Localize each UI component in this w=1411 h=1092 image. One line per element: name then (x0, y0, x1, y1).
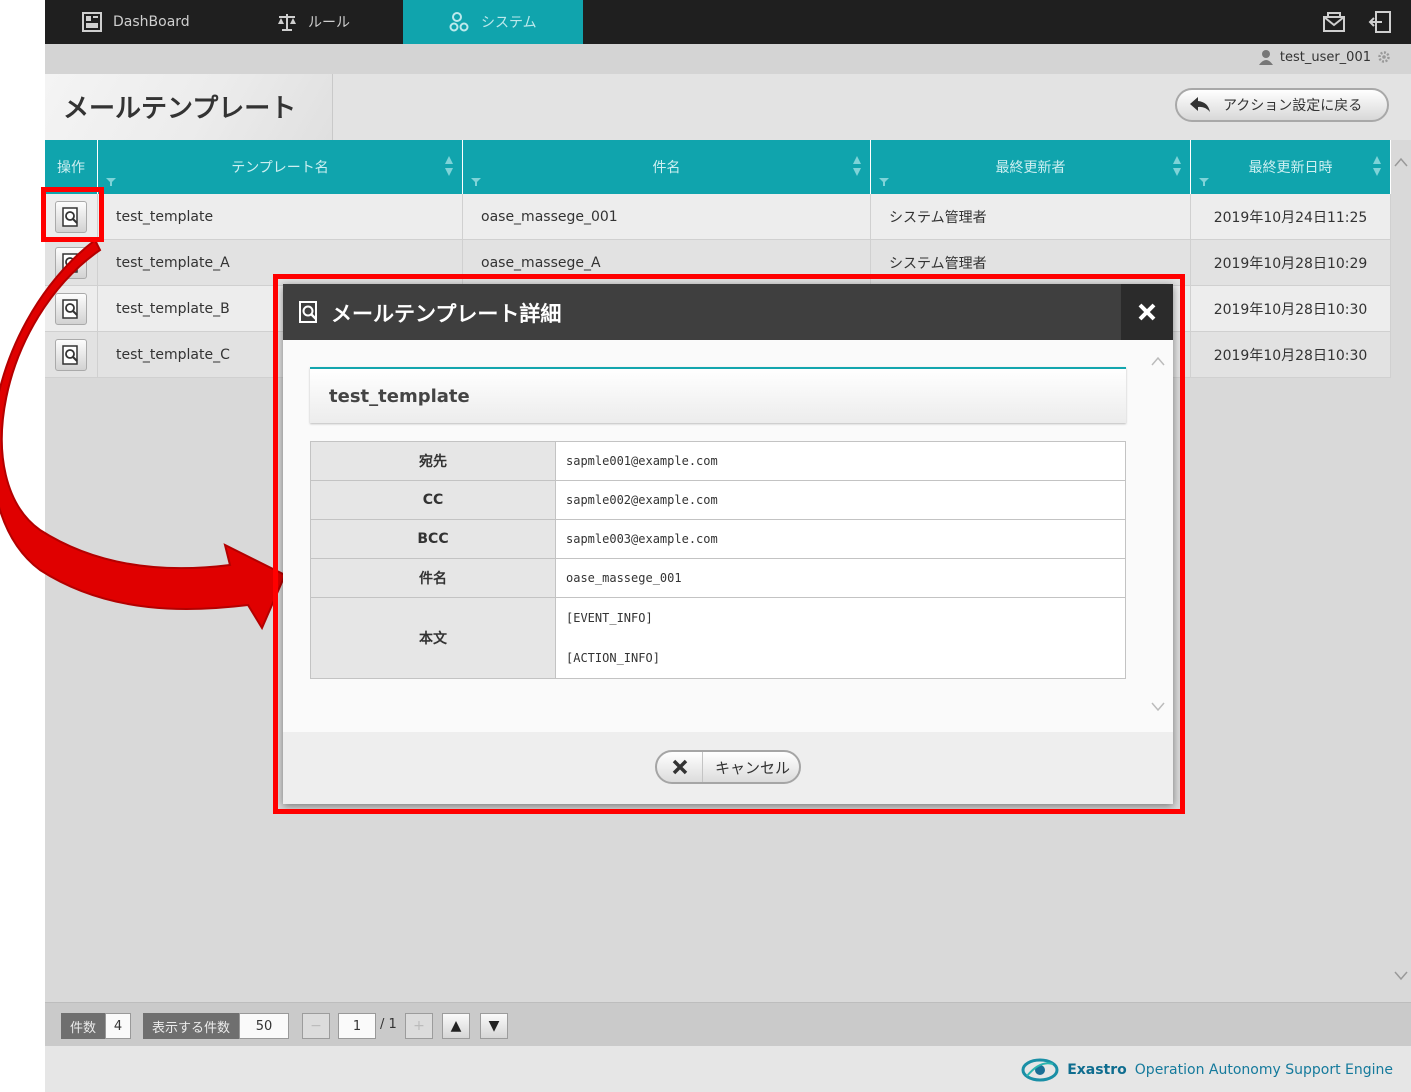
filter-icon[interactable] (1199, 178, 1209, 186)
scroll-bottom-button[interactable]: ▼ (480, 1013, 508, 1039)
column-last-updated[interactable]: 最終更新日時 (1191, 140, 1391, 194)
record-count-value: 4 (105, 1013, 132, 1039)
magnifier-document-icon (62, 252, 78, 273)
column-last-updated-label: 最終更新日時 (1248, 160, 1333, 176)
user-bar: test_user_001 (45, 44, 1411, 74)
magnifier-document-icon (62, 344, 78, 365)
highlight-box-detail-button (41, 187, 104, 242)
cell-updated: 2019年10月28日10:29 (1191, 240, 1391, 285)
per-page-label: 表示する件数 (143, 1013, 240, 1039)
exastro-logo-icon (1021, 1058, 1059, 1082)
nav-dashboard[interactable]: DashBoard (45, 0, 225, 44)
sort-icon[interactable] (852, 154, 862, 178)
record-count-label: 件数 (61, 1013, 106, 1039)
title-box: メールテンプレート (45, 74, 333, 140)
highlight-box-dialog (273, 274, 1185, 814)
table-row[interactable]: test_template oase_massege_001 システム管理者 2… (45, 194, 1391, 240)
view-detail-button[interactable] (55, 292, 87, 325)
column-operation: 操作 (45, 140, 98, 194)
title-bar: メールテンプレート アクション設定に戻る (45, 74, 1411, 140)
cell-subject: oase_massege_001 (463, 194, 871, 239)
footer-product: Operation Autonomy Support Engine (1134, 1062, 1393, 1078)
record-count: 件数 4 (61, 1013, 132, 1039)
back-button-label: アクション設定に戻る (1223, 98, 1363, 114)
reply-arrow-icon (1190, 97, 1210, 112)
column-subject-label: 件名 (652, 160, 681, 176)
pager-bar: 件数 4 表示する件数 50 − 1 / 1 + ▲ ▼ (45, 1002, 1411, 1046)
column-template-name[interactable]: テンプレート名 (98, 140, 463, 194)
back-to-action-settings-button[interactable]: アクション設定に戻る (1175, 88, 1389, 122)
column-operation-label: 操作 (57, 160, 85, 176)
column-last-updater[interactable]: 最終更新者 (871, 140, 1191, 194)
per-page[interactable]: 表示する件数 50 (143, 1013, 290, 1039)
view-detail-button[interactable] (55, 246, 87, 279)
cell-updated: 2019年10月24日11:25 (1191, 194, 1391, 239)
logout-icon[interactable] (1368, 10, 1392, 34)
footer-brand: Exastro (1067, 1062, 1127, 1078)
magnifier-document-icon (62, 298, 78, 319)
filter-icon[interactable] (471, 178, 481, 186)
cell-updater: システム管理者 (871, 194, 1191, 239)
nav-system[interactable]: システム (403, 0, 583, 44)
column-subject[interactable]: 件名 (463, 140, 871, 194)
settings-gear-icon[interactable] (1377, 50, 1391, 64)
column-last-updater-label: 最終更新者 (995, 160, 1066, 176)
column-template-name-label: テンプレート名 (231, 160, 329, 176)
nav-rule[interactable]: ルール (240, 0, 403, 44)
mail-icon[interactable] (1322, 10, 1346, 34)
page-number-input[interactable]: 1 (338, 1013, 376, 1039)
nav-dashboard-label: DashBoard (113, 14, 190, 30)
sort-icon[interactable] (444, 154, 454, 178)
filter-icon[interactable] (106, 178, 116, 186)
table-header: 操作 テンプレート名 件名 最終更新者 最終更新日時 (45, 140, 1391, 194)
sort-icon[interactable] (1172, 154, 1182, 178)
system-gears-icon (449, 12, 469, 32)
scroll-up-chevron-icon[interactable] (1393, 156, 1409, 168)
scale-icon (278, 14, 296, 31)
page-number[interactable]: 1 (338, 1013, 376, 1039)
scroll-down-chevron-icon[interactable] (1393, 970, 1409, 982)
footer-logo: Exastro Operation Autonomy Support Engin… (1021, 1058, 1393, 1082)
nav-system-label: システム (481, 15, 537, 31)
nav-rule-label: ルール (308, 15, 350, 31)
per-page-input[interactable]: 50 (239, 1013, 290, 1039)
sort-icon[interactable] (1372, 154, 1382, 178)
cell-updated: 2019年10月28日10:30 (1191, 332, 1391, 377)
cell-template-name: test_template (98, 194, 463, 239)
page-total: / 1 (380, 1017, 397, 1032)
user-menu[interactable]: test_user_001 (1258, 49, 1391, 65)
footer: Exastro Operation Autonomy Support Engin… (45, 1046, 1411, 1092)
user-icon (1258, 50, 1273, 65)
page-title: メールテンプレート (63, 93, 297, 123)
next-page-button[interactable]: + (405, 1013, 433, 1039)
dashboard-icon (82, 12, 102, 32)
filter-icon[interactable] (879, 178, 889, 186)
top-nav: DashBoard ルール システム (45, 0, 1411, 44)
user-name: test_user_001 (1279, 49, 1371, 65)
scroll-top-button[interactable]: ▲ (442, 1013, 470, 1039)
prev-page-button[interactable]: − (302, 1013, 330, 1039)
cell-updated: 2019年10月28日10:30 (1191, 286, 1391, 331)
view-detail-button[interactable] (55, 338, 87, 371)
